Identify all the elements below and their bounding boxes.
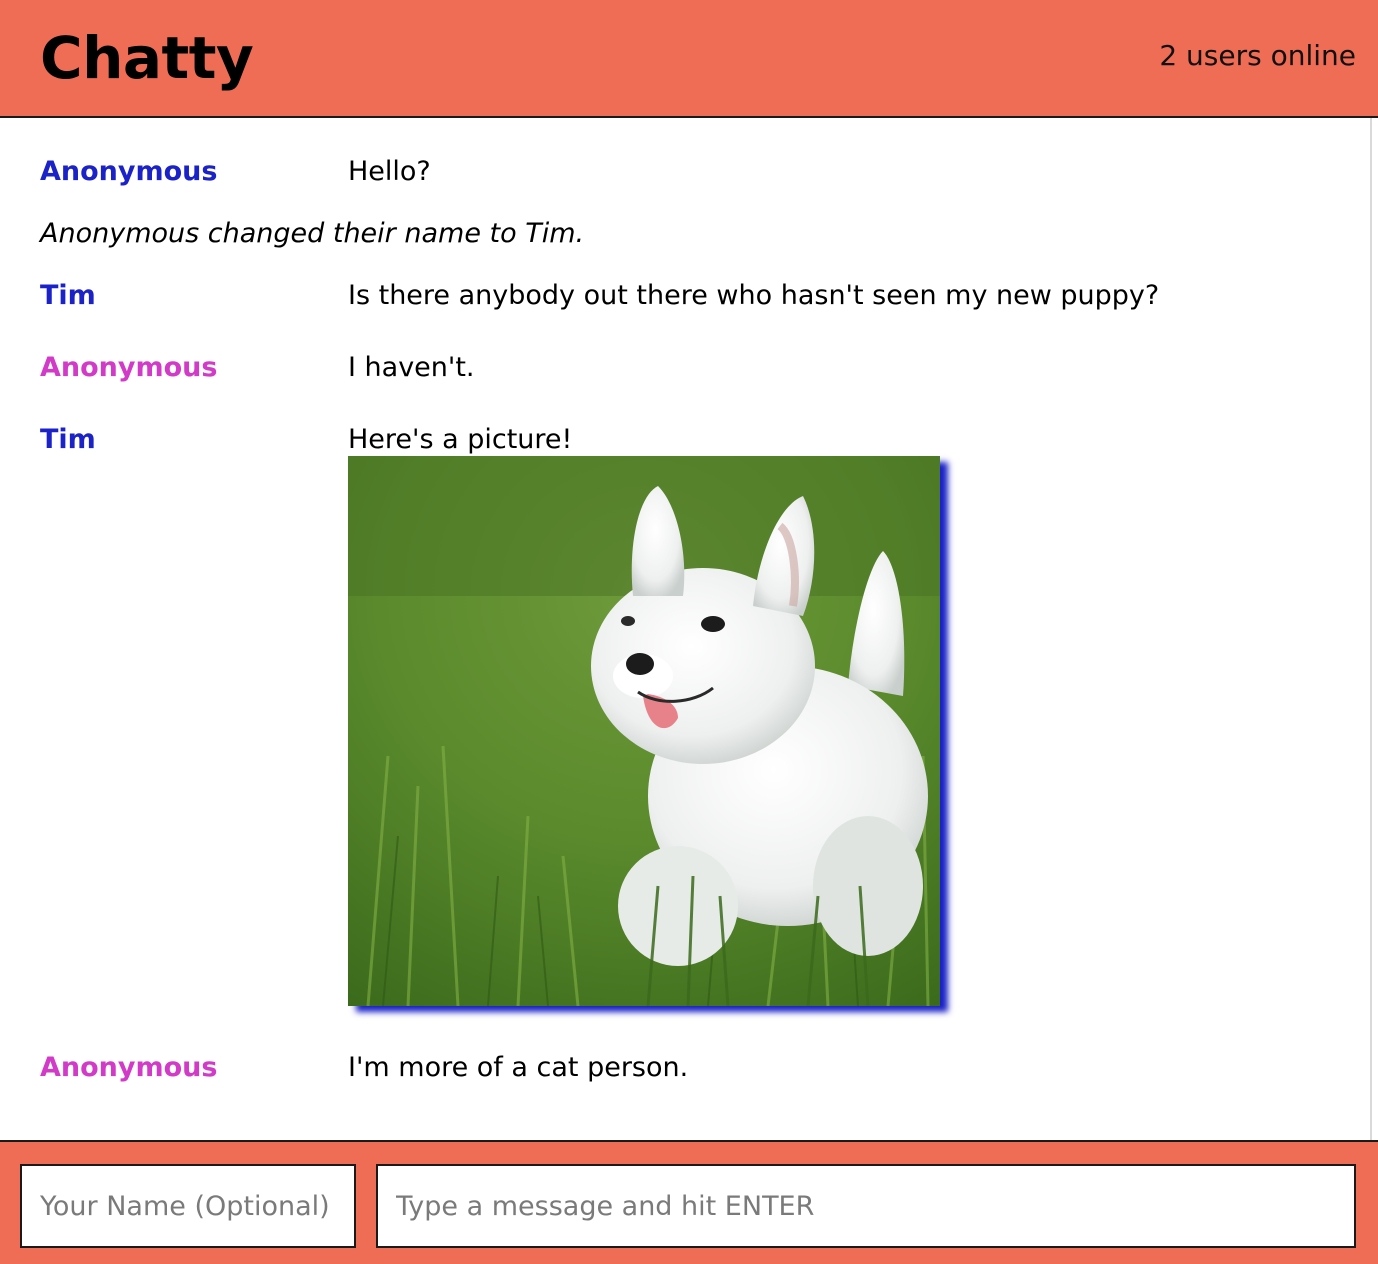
message-username: Anonymous [40, 352, 218, 383]
message-content: Is there anybody out there who hasn't se… [348, 280, 1160, 311]
navbar: Chatty 2 users online [0, 0, 1378, 118]
users-online-count: 2 users online [1159, 39, 1356, 72]
message-username: Anonymous [40, 1052, 218, 1083]
message-content: Here's a picture! [348, 424, 573, 455]
message-content: Hello? [348, 156, 431, 187]
chat-bar [0, 1140, 1378, 1264]
puppy-image [348, 456, 940, 1006]
chat-app: Chatty 2 users online Anonymous Hello? A… [0, 0, 1378, 1264]
username-input[interactable] [20, 1164, 356, 1248]
brand-title: Chatty [40, 24, 254, 92]
message-content: I haven't. [348, 352, 475, 383]
message-username: Tim [40, 280, 96, 311]
message-username: Tim [40, 424, 96, 455]
message-input[interactable] [376, 1164, 1356, 1248]
system-notification: Anonymous changed their name to Tim. [40, 218, 585, 249]
message-content: I'm more of a cat person. [348, 1052, 689, 1083]
message-username: Anonymous [40, 156, 218, 187]
puppy-illustration [348, 456, 940, 1006]
